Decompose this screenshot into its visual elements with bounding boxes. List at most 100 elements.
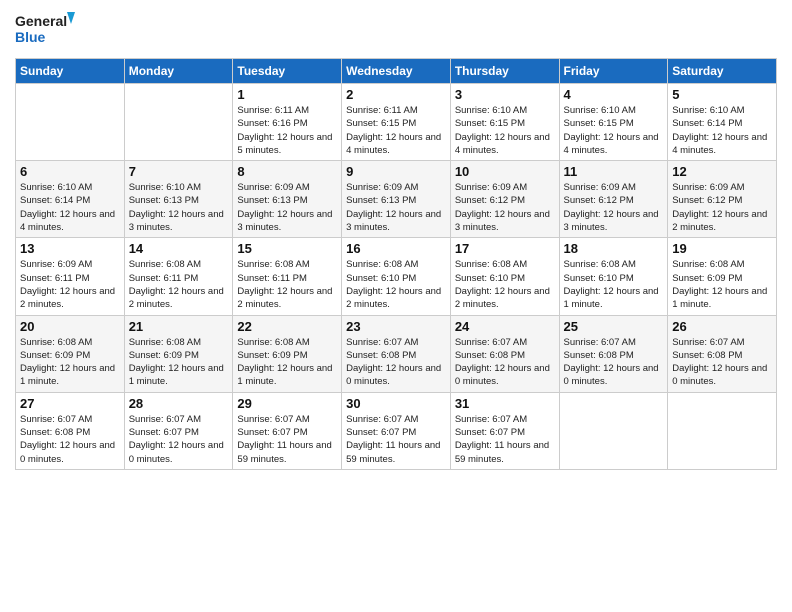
calendar-cell: 23 Sunrise: 6:07 AM Sunset: 6:08 PM Dayli…: [342, 315, 451, 392]
day-info: Sunrise: 6:10 AM Sunset: 6:14 PM Dayligh…: [20, 181, 120, 234]
calendar-cell: 6 Sunrise: 6:10 AM Sunset: 6:14 PM Daylig…: [16, 161, 125, 238]
calendar-cell: 20 Sunrise: 6:08 AM Sunset: 6:09 PM Dayli…: [16, 315, 125, 392]
day-number: 15: [237, 241, 337, 256]
calendar-cell: [16, 84, 125, 161]
week-row-2: 6 Sunrise: 6:10 AM Sunset: 6:14 PM Daylig…: [16, 161, 777, 238]
calendar-cell: 22 Sunrise: 6:08 AM Sunset: 6:09 PM Dayli…: [233, 315, 342, 392]
svg-text:Blue: Blue: [15, 29, 46, 45]
day-number: 7: [129, 164, 229, 179]
day-number: 1: [237, 87, 337, 102]
week-row-1: 1 Sunrise: 6:11 AM Sunset: 6:16 PM Daylig…: [16, 84, 777, 161]
day-number: 11: [564, 164, 664, 179]
svg-text:General: General: [15, 13, 67, 29]
calendar-cell: 27Sunrise: 6:07 AM Sunset: 6:08 PM Dayli…: [16, 392, 125, 469]
day-number: 19: [672, 241, 772, 256]
calendar-cell: 11 Sunrise: 6:09 AM Sunset: 6:12 PM Dayli…: [559, 161, 668, 238]
calendar-cell: 18Sunrise: 6:08 AM Sunset: 6:10 PM Dayli…: [559, 238, 668, 315]
weekday-monday: Monday: [124, 59, 233, 84]
logo: General Blue: [15, 10, 75, 52]
day-info: Sunrise: 6:09 AM Sunset: 6:12 PM Dayligh…: [455, 181, 555, 234]
day-info: Sunrise: 6:07 AM Sunset: 6:07 PM Dayligh…: [237, 413, 337, 466]
day-info: Sunrise: 6:09 AM Sunset: 6:11 PM Dayligh…: [20, 258, 120, 311]
day-info: Sunrise: 6:10 AM Sunset: 6:15 PM Dayligh…: [564, 104, 664, 157]
weekday-sunday: Sunday: [16, 59, 125, 84]
day-number: 12: [672, 164, 772, 179]
calendar-cell: 1 Sunrise: 6:11 AM Sunset: 6:16 PM Daylig…: [233, 84, 342, 161]
day-number: 28: [129, 396, 229, 411]
calendar-cell: 3 Sunrise: 6:10 AM Sunset: 6:15 PM Daylig…: [450, 84, 559, 161]
day-info: Sunrise: 6:07 AM Sunset: 6:07 PM Dayligh…: [346, 413, 446, 466]
calendar-header-row: SundayMondayTuesdayWednesdayThursdayFrid…: [16, 59, 777, 84]
day-info: Sunrise: 6:09 AM Sunset: 6:13 PM Dayligh…: [346, 181, 446, 234]
week-row-4: 20 Sunrise: 6:08 AM Sunset: 6:09 PM Dayli…: [16, 315, 777, 392]
day-number: 29: [237, 396, 337, 411]
day-number: 4: [564, 87, 664, 102]
calendar-cell: 31 Sunrise: 6:07 AM Sunset: 6:07 PM Dayli…: [450, 392, 559, 469]
calendar-cell: 10 Sunrise: 6:09 AM Sunset: 6:12 PM Dayli…: [450, 161, 559, 238]
calendar-cell: 28Sunrise: 6:07 AM Sunset: 6:07 PM Dayli…: [124, 392, 233, 469]
day-info: Sunrise: 6:10 AM Sunset: 6:15 PM Dayligh…: [455, 104, 555, 157]
calendar-cell: 7 Sunrise: 6:10 AM Sunset: 6:13 PM Daylig…: [124, 161, 233, 238]
week-row-3: 13 Sunrise: 6:09 AM Sunset: 6:11 PM Dayli…: [16, 238, 777, 315]
calendar-cell: 17 Sunrise: 6:08 AM Sunset: 6:10 PM Dayli…: [450, 238, 559, 315]
calendar-cell: 8Sunrise: 6:09 AM Sunset: 6:13 PM Daylig…: [233, 161, 342, 238]
calendar-cell: 25 Sunrise: 6:07 AM Sunset: 6:08 PM Dayli…: [559, 315, 668, 392]
day-number: 20: [20, 319, 120, 334]
day-info: Sunrise: 6:08 AM Sunset: 6:09 PM Dayligh…: [237, 336, 337, 389]
calendar-cell: 12Sunrise: 6:09 AM Sunset: 6:12 PM Dayli…: [668, 161, 777, 238]
day-number: 5: [672, 87, 772, 102]
day-number: 6: [20, 164, 120, 179]
day-info: Sunrise: 6:09 AM Sunset: 6:13 PM Dayligh…: [237, 181, 337, 234]
calendar-cell: 30 Sunrise: 6:07 AM Sunset: 6:07 PM Dayli…: [342, 392, 451, 469]
day-info: Sunrise: 6:08 AM Sunset: 6:09 PM Dayligh…: [20, 336, 120, 389]
calendar-cell: 9Sunrise: 6:09 AM Sunset: 6:13 PM Daylig…: [342, 161, 451, 238]
day-info: Sunrise: 6:07 AM Sunset: 6:08 PM Dayligh…: [672, 336, 772, 389]
day-info: Sunrise: 6:08 AM Sunset: 6:09 PM Dayligh…: [129, 336, 229, 389]
day-info: Sunrise: 6:08 AM Sunset: 6:10 PM Dayligh…: [346, 258, 446, 311]
weekday-friday: Friday: [559, 59, 668, 84]
day-number: 2: [346, 87, 446, 102]
calendar-cell: 13 Sunrise: 6:09 AM Sunset: 6:11 PM Dayli…: [16, 238, 125, 315]
calendar-cell: [668, 392, 777, 469]
day-info: Sunrise: 6:08 AM Sunset: 6:11 PM Dayligh…: [129, 258, 229, 311]
day-info: Sunrise: 6:07 AM Sunset: 6:07 PM Dayligh…: [455, 413, 555, 466]
day-info: Sunrise: 6:07 AM Sunset: 6:08 PM Dayligh…: [455, 336, 555, 389]
day-number: 16: [346, 241, 446, 256]
day-info: Sunrise: 6:10 AM Sunset: 6:14 PM Dayligh…: [672, 104, 772, 157]
day-number: 21: [129, 319, 229, 334]
day-info: Sunrise: 6:10 AM Sunset: 6:13 PM Dayligh…: [129, 181, 229, 234]
page: General Blue SundayMondayTuesdayWednesda…: [0, 0, 792, 612]
calendar-cell: 14 Sunrise: 6:08 AM Sunset: 6:11 PM Dayli…: [124, 238, 233, 315]
day-number: 10: [455, 164, 555, 179]
calendar-cell: 19Sunrise: 6:08 AM Sunset: 6:09 PM Dayli…: [668, 238, 777, 315]
calendar-cell: 24Sunrise: 6:07 AM Sunset: 6:08 PM Dayli…: [450, 315, 559, 392]
day-number: 14: [129, 241, 229, 256]
weekday-saturday: Saturday: [668, 59, 777, 84]
day-number: 17: [455, 241, 555, 256]
calendar-cell: [559, 392, 668, 469]
day-info: Sunrise: 6:08 AM Sunset: 6:11 PM Dayligh…: [237, 258, 337, 311]
calendar-cell: 26Sunrise: 6:07 AM Sunset: 6:08 PM Dayli…: [668, 315, 777, 392]
day-number: 25: [564, 319, 664, 334]
day-number: 23: [346, 319, 446, 334]
calendar-cell: 4 Sunrise: 6:10 AM Sunset: 6:15 PM Daylig…: [559, 84, 668, 161]
day-info: Sunrise: 6:11 AM Sunset: 6:16 PM Dayligh…: [237, 104, 337, 157]
day-info: Sunrise: 6:07 AM Sunset: 6:08 PM Dayligh…: [564, 336, 664, 389]
calendar-cell: 21 Sunrise: 6:08 AM Sunset: 6:09 PM Dayli…: [124, 315, 233, 392]
day-info: Sunrise: 6:08 AM Sunset: 6:10 PM Dayligh…: [564, 258, 664, 311]
day-info: Sunrise: 6:08 AM Sunset: 6:10 PM Dayligh…: [455, 258, 555, 311]
day-info: Sunrise: 6:09 AM Sunset: 6:12 PM Dayligh…: [564, 181, 664, 234]
day-number: 30: [346, 396, 446, 411]
day-number: 31: [455, 396, 555, 411]
calendar-cell: 5 Sunrise: 6:10 AM Sunset: 6:14 PM Daylig…: [668, 84, 777, 161]
day-number: 13: [20, 241, 120, 256]
calendar-cell: 2Sunrise: 6:11 AM Sunset: 6:15 PM Daylig…: [342, 84, 451, 161]
calendar-cell: 29 Sunrise: 6:07 AM Sunset: 6:07 PM Dayli…: [233, 392, 342, 469]
header: General Blue: [15, 10, 777, 52]
day-info: Sunrise: 6:07 AM Sunset: 6:08 PM Dayligh…: [346, 336, 446, 389]
calendar-cell: 16 Sunrise: 6:08 AM Sunset: 6:10 PM Dayli…: [342, 238, 451, 315]
week-row-5: 27Sunrise: 6:07 AM Sunset: 6:08 PM Dayli…: [16, 392, 777, 469]
calendar-cell: [124, 84, 233, 161]
day-number: 3: [455, 87, 555, 102]
day-number: 22: [237, 319, 337, 334]
